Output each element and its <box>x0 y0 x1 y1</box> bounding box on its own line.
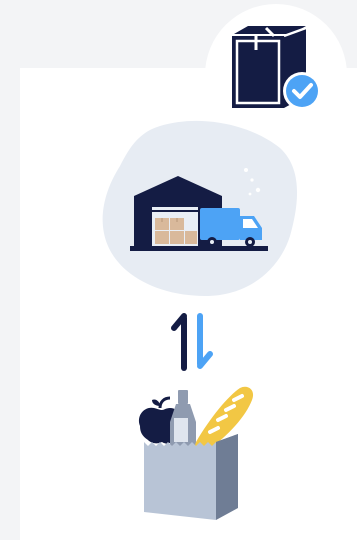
package-delivered-icon <box>232 26 321 110</box>
warehouse-truck-icon <box>102 120 298 297</box>
bottle-icon <box>170 390 196 448</box>
grocery-bag-icon <box>138 386 254 520</box>
exchange-arrows-icon <box>171 313 213 371</box>
illustration-canvas <box>0 0 357 540</box>
check-badge-icon <box>283 72 321 110</box>
